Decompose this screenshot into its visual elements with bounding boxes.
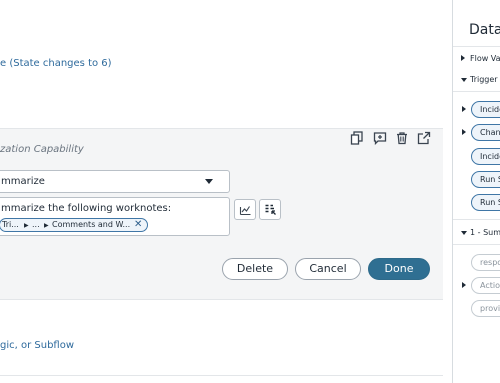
data-pill[interactable]: Tri... ▶ ... ▶ Comments and W... ✕ [0,218,148,232]
cancel-button[interactable]: Cancel [295,258,361,280]
chevron-right-icon[interactable] [462,129,466,135]
divider [453,91,500,92]
chevron-right-icon [461,55,465,61]
data-pill-item[interactable]: Chan [471,124,500,141]
divider [453,219,500,220]
trigger-condition-link[interactable]: e (State changes to 6) [0,58,112,69]
open-external-icon[interactable] [417,131,431,145]
step-title: zation Capability [0,144,84,155]
divider [453,244,500,245]
insert-template-button[interactable] [234,199,256,220]
divider [453,46,500,47]
data-pill-item[interactable]: Run S [471,194,500,211]
prompt-input[interactable]: mmarize the following worknotes: Tri... … [0,197,230,236]
app-screen: e (State changes to 6) zation Capability… [0,0,500,383]
data-pill-item[interactable]: respo [471,254,500,271]
data-pill-segment-trigger: Tri... [2,220,19,229]
data-pill-item[interactable]: Incide [471,148,500,165]
chevron-right-icon[interactable] [462,282,466,288]
chevron-right-icon: ▶ [24,222,29,229]
data-pill-picker-button[interactable] [259,199,281,220]
chevron-down-icon [461,78,467,82]
chevron-right-icon[interactable] [462,106,466,112]
data-pill-segment-field: Comments and W... [52,220,131,229]
data-pill-item[interactable]: provi [471,300,500,317]
section-flow-variables[interactable]: Flow Va [453,52,500,66]
chevron-right-icon: ▶ [44,222,49,229]
chart-edit-icon [239,206,251,216]
prompt-text: mmarize the following worknotes: [1,203,172,214]
panel-title: Data [469,22,500,38]
done-button[interactable]: Done [368,258,430,280]
section-trigger[interactable]: Trigger - [453,73,500,87]
close-icon[interactable]: ✕ [134,219,142,230]
chevron-down-icon [205,179,213,184]
trash-icon[interactable] [395,131,409,145]
data-pill-segment-record: ... [32,220,40,229]
delete-button[interactable]: Delete [222,258,288,280]
copy-icon[interactable] [350,131,364,145]
divider [0,375,443,376]
section-label: 1 - Summ [470,228,500,237]
chevron-down-icon [461,231,467,235]
data-pill-item[interactable]: Run S [471,171,500,188]
data-pill-item[interactable]: Action [471,277,500,294]
section-summarize-step[interactable]: 1 - Summ [453,226,500,240]
add-comment-icon[interactable] [373,131,387,145]
section-label: Flow Va [470,54,500,63]
capability-select-value: mmarize [1,176,45,187]
data-pill-item[interactable]: Incide [471,101,500,118]
section-label: Trigger - [470,75,500,84]
pill-picker-icon [265,204,276,215]
capability-select[interactable]: mmarize [0,170,230,193]
add-action-link[interactable]: gic, or Subflow [0,340,74,351]
data-panel: Data Flow Va Trigger - Incide Chan Incid… [452,0,500,383]
